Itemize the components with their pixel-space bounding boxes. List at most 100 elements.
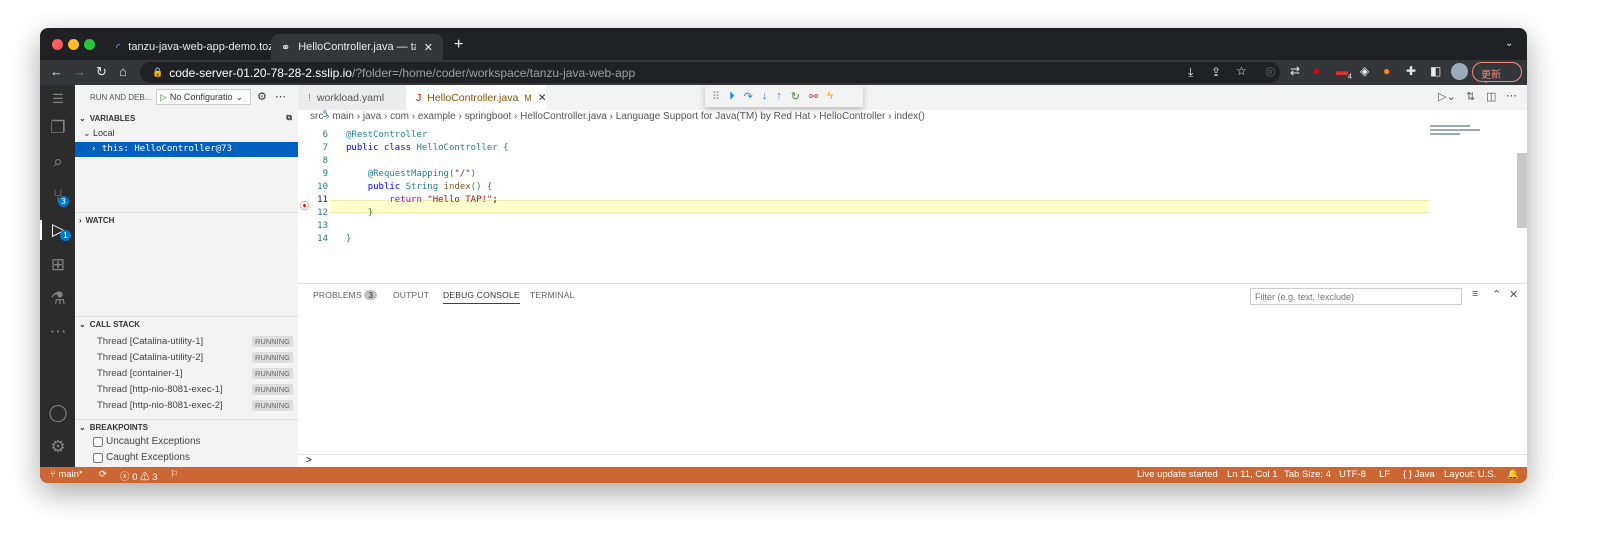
tab-debug-console[interactable]: DEBUG CONSOLE	[443, 290, 520, 304]
status-language[interactable]: { } Java	[1403, 469, 1435, 480]
watch-header[interactable]: › WATCH	[75, 212, 298, 228]
variable-row-selected[interactable]: › this: HelloController@73	[75, 142, 298, 157]
split-editor-icon[interactable]: ◫	[1486, 90, 1496, 103]
thread-item[interactable]: Thread [Catalina-utility-1] RUNNING	[97, 333, 293, 349]
source-control-icon[interactable]: ⑂ 3	[48, 186, 69, 207]
hot-code-replace-icon[interactable]: ϟ	[827, 90, 833, 102]
compare-icon[interactable]: ⇅	[1466, 90, 1475, 103]
account-icon[interactable]: ◯	[48, 403, 68, 423]
new-tab-button[interactable]: +	[454, 36, 463, 54]
extension-icon[interactable]: ▬4	[1336, 64, 1352, 80]
tab-hello-controller[interactable]: J HelloController.java M ✕	[406, 85, 547, 110]
step-into-icon[interactable]: ↓	[762, 90, 768, 102]
continue-icon[interactable]: ⏵	[729, 90, 735, 103]
breadcrumb-item[interactable]: main	[332, 111, 354, 122]
code-line[interactable]: return "Hello TAP!";	[346, 195, 497, 205]
more-actions-icon[interactable]: ⋯	[1506, 89, 1517, 102]
breadcrumb-item[interactable]: index()	[894, 111, 925, 122]
code-line[interactable]: public String index() {	[346, 182, 493, 192]
tab-problems[interactable]: PROBLEMS 3	[313, 290, 378, 300]
call-stack-header[interactable]: ⌄ CALL STACK	[75, 316, 298, 332]
code-line[interactable]: public class HelloController {	[346, 143, 509, 153]
thread-item[interactable]: Thread [container-1] RUNNING	[97, 365, 293, 381]
clear-console-icon[interactable]: ≡	[1472, 288, 1478, 300]
bookmark-star-icon[interactable]: ☆	[1236, 64, 1247, 78]
sync-icon[interactable]: ⟳	[99, 469, 107, 480]
extension-icon[interactable]: ●	[1383, 64, 1390, 78]
puzzle-icon[interactable]: ✚	[1406, 64, 1416, 78]
editor-scrollbar[interactable]	[1517, 153, 1527, 228]
testing-icon[interactable]: ⚗	[48, 289, 68, 309]
step-out-icon[interactable]: ↑	[776, 90, 782, 102]
status-eol[interactable]: LF	[1379, 469, 1390, 480]
minimize-window-button[interactable]	[68, 39, 79, 50]
code-line[interactable]: }	[346, 208, 373, 218]
debug-status-icon[interactable]: ⚐	[170, 469, 179, 480]
forward-icon[interactable]: →	[73, 64, 86, 79]
debug-config-select[interactable]: ▷ No Configuratio ⌄	[156, 89, 251, 105]
caught-exceptions-checkbox[interactable]: Caught Exceptions	[93, 452, 190, 463]
maximize-panel-icon[interactable]: ⌃	[1492, 288, 1501, 301]
status-encoding[interactable]: UTF-8	[1339, 469, 1366, 480]
close-window-button[interactable]	[52, 39, 63, 50]
share-icon[interactable]: ⇪	[1211, 65, 1221, 79]
extensions-icon[interactable]: ⊞	[48, 255, 68, 275]
breadcrumb-item[interactable]: com	[390, 111, 409, 122]
run-icon[interactable]: ▷⌄	[1438, 90, 1456, 103]
close-tab-icon[interactable]: ✕	[424, 41, 433, 54]
problems-indicator[interactable]: ⓧ 0 ⚠ 3	[120, 469, 158, 483]
thread-item[interactable]: Thread [http-nio-8081-exec-1] RUNNING	[97, 381, 293, 397]
home-icon[interactable]: ⌂	[119, 64, 127, 79]
reload-icon[interactable]: ↻	[96, 64, 107, 80]
update-button[interactable]: 更新 ⋮	[1472, 62, 1522, 92]
avatar[interactable]	[1451, 63, 1468, 80]
drag-handle-icon[interactable]: ⠿	[712, 90, 720, 103]
status-tab-size[interactable]: Tab Size: 4	[1284, 469, 1331, 480]
step-over-icon[interactable]: ↷	[744, 90, 753, 103]
search-icon[interactable]: ⌕	[48, 152, 68, 172]
breadcrumb-item[interactable]: HelloController	[819, 111, 885, 122]
disconnect-icon[interactable]: ⚯	[809, 90, 818, 103]
code-line[interactable]: @RestController	[346, 130, 427, 140]
status-cursor-position[interactable]: Ln 11, Col 1	[1227, 469, 1278, 480]
browser-tab-active[interactable]: ⚭HelloController.java — tanzu-ja✕	[271, 34, 443, 60]
filter-input[interactable]	[1250, 288, 1462, 305]
notifications-icon[interactable]: 🔔	[1507, 469, 1519, 480]
collapse-all-icon[interactable]: ⧉	[286, 113, 292, 123]
minimap[interactable]	[1430, 123, 1490, 143]
gear-icon[interactable]: ⚙	[257, 90, 267, 103]
thread-item[interactable]: Thread [Catalina-utility-2] RUNNING	[97, 349, 293, 365]
status-live-update[interactable]: Live update started	[1137, 469, 1218, 480]
tab-output[interactable]: OUTPUT	[393, 290, 429, 300]
breadcrumb-item[interactable]: Language Support for Java(TM) by Red Hat	[616, 111, 811, 122]
branch-indicator[interactable]: ⑂ main*	[50, 469, 83, 480]
variables-header[interactable]: ⌄ VARIABLES ⧉	[75, 110, 298, 126]
tab-search-icon[interactable]: ⌄	[1505, 38, 1513, 49]
code-line[interactable]: @RequestMapping("/")	[346, 169, 476, 179]
thread-item[interactable]: Thread [http-nio-8081-exec-2] RUNNING	[97, 397, 293, 413]
breakpoints-header[interactable]: ⌄ BREAKPOINTS	[75, 419, 298, 435]
extension-icon[interactable]: ⇄	[1290, 64, 1300, 78]
settings-gear-icon[interactable]: ⚙	[48, 437, 68, 457]
browser-tab[interactable]: ◜tanzu-java-web-app-demo.toz✕	[106, 34, 276, 60]
extension-icon[interactable]: ◎	[1265, 64, 1275, 78]
restart-icon[interactable]: ↻	[791, 90, 800, 103]
breadcrumb-item[interactable]: HelloController.java	[520, 111, 607, 122]
install-icon[interactable]: ⤓	[1188, 65, 1193, 80]
breadcrumb-item[interactable]: java	[363, 111, 381, 122]
maximize-window-button[interactable]	[84, 39, 95, 50]
scope-local[interactable]: ⌄ Local	[83, 128, 115, 139]
close-tab-icon[interactable]: ✕	[538, 92, 547, 104]
uncaught-exceptions-checkbox[interactable]: Uncaught Exceptions	[93, 436, 201, 447]
breadcrumb-item[interactable]: example	[418, 111, 456, 122]
tab-workload-yaml[interactable]: ! workload.yaml	[298, 85, 406, 110]
explorer-icon[interactable]: ❐	[48, 118, 68, 138]
code-line[interactable]: }	[346, 234, 351, 244]
url-bar[interactable]: 🔒 code-server-01.20-78-28-2.sslip.io/?fol…	[140, 62, 1280, 83]
menu-icon[interactable]: ☰	[48, 89, 68, 109]
status-keyboard-layout[interactable]: Layout: U.S.	[1444, 469, 1496, 480]
close-panel-icon[interactable]: ✕	[1509, 288, 1518, 301]
run-debug-icon[interactable]: ▷ 1	[40, 220, 75, 241]
breadcrumb-item[interactable]: springboot	[465, 111, 512, 122]
back-icon[interactable]: ←	[50, 64, 63, 79]
